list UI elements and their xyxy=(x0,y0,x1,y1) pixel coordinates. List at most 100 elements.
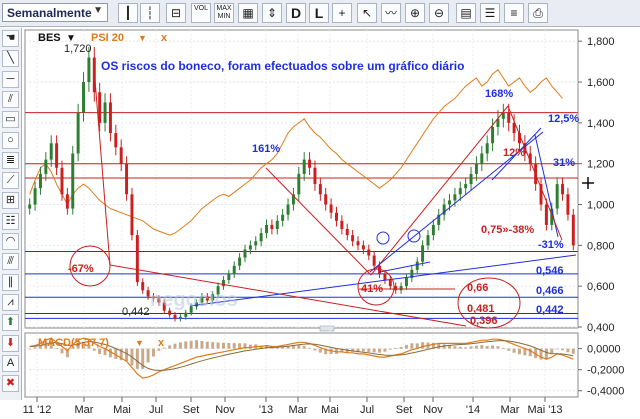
macd-histogram-bar xyxy=(216,342,220,349)
candle-body xyxy=(507,112,511,123)
arc-tool-icon[interactable]: ◠ xyxy=(2,233,19,250)
pct-075-38-label: 0,75»-38% xyxy=(481,224,534,236)
xtick-label: '14 xyxy=(466,404,480,416)
candle-body xyxy=(265,224,268,234)
print-icon[interactable]: ⎙ xyxy=(528,3,548,23)
chevron-down-icon[interactable]: ▼ xyxy=(93,5,103,16)
settings-icon[interactable]: ☰ xyxy=(480,3,500,23)
chart-canvas[interactable]: 0,0000 -0,2000 -0,4000 1,800 1,600 1,400 1,20… xyxy=(0,0,640,419)
ytick-label: 0,600 xyxy=(587,281,615,293)
line-tool-icon[interactable]: ╲ xyxy=(2,50,19,68)
price-plot-area[interactable] xyxy=(24,29,579,329)
candle-body xyxy=(566,194,570,215)
macd-dropdown-icon[interactable]: ▼ xyxy=(135,338,144,348)
ytick-label: 0,400 xyxy=(587,322,615,334)
macd-histogram-bar xyxy=(33,347,37,349)
macd-histogram-bar xyxy=(566,348,570,353)
maxmin-button[interactable]: MAX MIN xyxy=(214,3,234,23)
hand-tool-icon[interactable]: ☚ xyxy=(2,30,19,47)
compare-button[interactable]: ⊟ xyxy=(166,3,186,23)
compare-close-icon[interactable]: x xyxy=(161,32,168,44)
rectangle-tool-icon[interactable]: ▭ xyxy=(2,111,19,129)
candle-body xyxy=(415,261,419,270)
compare-dropdown-icon[interactable]: ▼ xyxy=(138,33,147,43)
macd-histogram-bar xyxy=(361,348,365,352)
macd-histogram-bar xyxy=(404,344,408,349)
zoom-out-icon[interactable]: ⊖ xyxy=(429,3,449,23)
xtick-label: Nov xyxy=(215,404,235,416)
period-select-value: Semanalmente xyxy=(7,6,92,20)
L-button[interactable]: L xyxy=(309,3,329,23)
macd-histogram-bar xyxy=(200,341,204,349)
speed-tool-icon[interactable]: ⫻ xyxy=(2,253,19,271)
gann-tool-icon[interactable]: ⊞ xyxy=(2,192,19,210)
candle-body xyxy=(119,147,123,164)
zoom-in-icon[interactable]: ⊕ xyxy=(405,3,425,23)
candle-body xyxy=(297,173,301,195)
macd-histogram-bar xyxy=(496,346,500,349)
sell-arrow-icon[interactable]: ⬇ xyxy=(2,334,19,352)
value-0466-label: 0,466 xyxy=(536,285,564,297)
candle-body xyxy=(270,224,274,230)
vol-button[interactable]: VOL xyxy=(191,3,211,23)
xtick-label: Set xyxy=(396,404,413,416)
candle-body xyxy=(130,194,134,236)
fib-tool-icon[interactable]: ≣ xyxy=(2,151,19,169)
levels-tool-icon[interactable]: ☷ xyxy=(2,212,19,230)
trend-icon[interactable]: 〰 xyxy=(381,3,401,23)
macd-legend[interactable]: MACD(5,37,7) xyxy=(38,337,109,349)
candle-body xyxy=(426,235,430,246)
candle-body xyxy=(340,220,344,230)
hline-tool-icon[interactable]: ─ xyxy=(2,70,19,88)
bars-icon[interactable]: ┆ xyxy=(140,3,160,23)
pct-168-label: 168% xyxy=(485,88,513,100)
candle-body xyxy=(168,310,172,315)
candle-body xyxy=(254,241,258,246)
candle-body xyxy=(491,126,495,144)
pointer-icon[interactable]: ↖ xyxy=(357,3,377,23)
calendar-icon[interactable]: ▤ xyxy=(456,3,476,23)
macd-histogram-bar xyxy=(125,348,129,362)
macd-histogram-bar xyxy=(555,348,559,350)
xtick-label: Jul xyxy=(149,404,163,416)
candle-body xyxy=(394,286,398,291)
candle-body xyxy=(141,282,145,291)
candle-body xyxy=(238,257,242,266)
period-select[interactable]: Semanalmente ▼ xyxy=(2,3,108,22)
D-button[interactable]: D xyxy=(286,3,306,23)
cycle-tool-icon[interactable]: ∥ xyxy=(2,273,19,291)
crosshair-icon[interactable]: + xyxy=(332,3,352,23)
compare-legend[interactable]: PSI 20 xyxy=(91,32,124,44)
candles-icon[interactable]: ┃ xyxy=(118,3,138,23)
pct-125-label: 12,5% xyxy=(548,113,579,125)
candle-body xyxy=(275,220,279,230)
pct-minus67-label: -67% xyxy=(68,263,94,275)
macd-histogram-bar xyxy=(394,348,398,349)
fan-tool-icon[interactable]: ⟋ xyxy=(2,172,19,190)
circle-tool-icon[interactable]: ○ xyxy=(2,131,19,149)
macd-close-icon[interactable]: x xyxy=(158,337,165,349)
candle-body xyxy=(114,133,118,148)
scale-icon[interactable]: ⇕ xyxy=(262,3,282,23)
grid-icon[interactable]: ▦ xyxy=(238,3,258,23)
channel-tool-icon[interactable]: ⫽ xyxy=(2,90,19,108)
ytick-label: 1,200 xyxy=(587,159,615,171)
buy-arrow-icon[interactable]: ⬆ xyxy=(2,314,19,332)
macd-histogram-bar xyxy=(152,348,155,357)
macd-histogram-bar xyxy=(453,346,457,349)
macd-histogram-bar xyxy=(146,348,150,363)
xtick-label: '13 xyxy=(259,404,273,416)
symbol-legend[interactable]: BES xyxy=(38,32,61,44)
macd-histogram-bar xyxy=(189,340,193,349)
macd-histogram-bar xyxy=(184,341,188,349)
pitchfork-tool-icon[interactable]: ⩘ xyxy=(2,293,19,311)
top-toolbar: Semanalmente ▼ ┃ ┆ ⊟ VOL MAX MIN ▦ ⇕ D L + ↖ 〰 ⊕ ⊖ ▤ ☰ ≡… xyxy=(0,0,640,27)
delete-tool-icon[interactable]: ✖ xyxy=(2,375,19,393)
candle-body xyxy=(259,233,263,242)
text-tool-icon[interactable]: A xyxy=(2,354,19,372)
candle-body xyxy=(448,200,451,205)
candle-body xyxy=(71,153,75,209)
candle-body xyxy=(367,249,371,256)
macd-histogram-bar xyxy=(98,348,102,354)
layers-icon[interactable]: ≡ xyxy=(504,3,524,23)
